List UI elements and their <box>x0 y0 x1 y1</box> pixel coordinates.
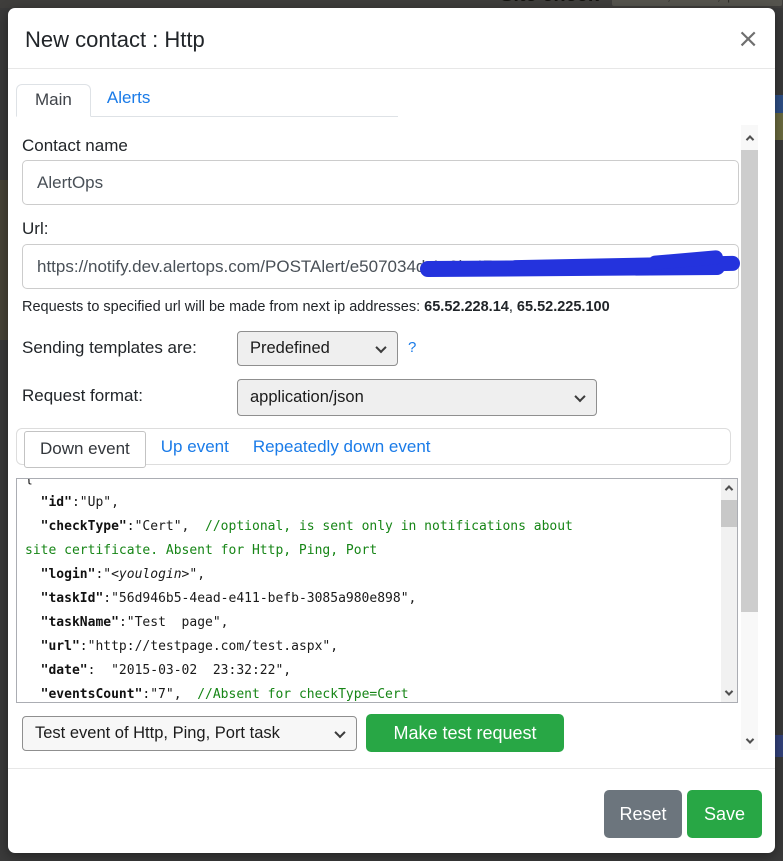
footer-divider <box>8 768 775 769</box>
code-line: site certificate. Absent for Http, Ping,… <box>25 539 737 563</box>
event-template-code-area[interactable]: { "id":"Up", "checkType":"Cert", //optio… <box>16 478 738 703</box>
code-line: "id":"Up", <box>25 491 737 515</box>
code-line: { <box>25 478 737 491</box>
event-tab-bar: Down event Up event Repeatedly down even… <box>16 428 731 465</box>
tab-alerts[interactable]: Alerts <box>91 83 166 116</box>
backdrop-page-header: Site check Enter url, domain, ip <box>0 0 783 8</box>
tab-up-event[interactable]: Up event <box>161 437 229 457</box>
test-event-select[interactable]: Test event of Http, Ping, Port task <box>22 716 357 751</box>
code-line: "taskId":"56d946b5-4ead-e411-befb-3085a9… <box>25 587 737 611</box>
request-format-value: application/json <box>250 388 364 407</box>
request-format-label: Request format: <box>22 386 143 406</box>
scroll-up-icon[interactable] <box>741 125 758 150</box>
backdrop-fragment <box>775 95 783 113</box>
dialog-title: New contact : Http <box>25 27 205 53</box>
header-divider <box>8 68 775 69</box>
code-line: "date": "2015-03-02 23:32:22", <box>25 659 737 683</box>
ip-note-text: Requests to specified url will be made f… <box>22 299 424 315</box>
backdrop-fragment <box>775 113 783 140</box>
save-button[interactable]: Save <box>687 790 762 838</box>
test-event-value: Test event of Http, Ping, Port task <box>35 724 280 743</box>
chevron-down-icon <box>725 687 733 695</box>
url-label: Url: <box>22 219 48 239</box>
code-content: { "id":"Up", "checkType":"Cert", //optio… <box>17 478 737 703</box>
code-scrollbar-thumb[interactable] <box>721 500 737 527</box>
backdrop-search-placeholder: Enter url, domain, ip <box>612 0 782 5</box>
ip-address-1: 65.52.228.14 <box>424 299 509 315</box>
scroll-down-icon[interactable] <box>721 684 737 702</box>
reset-button[interactable]: Reset <box>604 790 682 838</box>
ip-addresses-note: Requests to specified url will be made f… <box>22 299 610 315</box>
code-line: "taskName":"Test page", <box>25 611 737 635</box>
code-line: "login":"<youlogin>", <box>25 563 737 587</box>
contact-name-value: AlertOps <box>37 173 103 193</box>
chevron-down-icon <box>745 735 753 743</box>
chevron-up-icon <box>745 135 753 143</box>
backdrop-fragment <box>775 735 783 757</box>
backdrop-site-title: Site check <box>500 0 599 7</box>
chevron-down-icon <box>334 726 345 737</box>
ip-address-2: 65.52.225.100 <box>517 299 610 315</box>
dialog-scrollbar[interactable] <box>741 125 758 750</box>
templates-help-link[interactable]: ? <box>408 339 416 356</box>
contact-name-input[interactable]: AlertOps <box>22 160 739 205</box>
main-tab-bar: Main Alerts <box>16 85 398 117</box>
contact-name-label: Contact name <box>22 136 128 156</box>
dialog-scrollbar-thumb[interactable] <box>741 150 758 612</box>
chevron-down-icon <box>375 341 386 352</box>
code-line: "checkType":"Cert", //optional, is sent … <box>25 515 737 539</box>
sending-templates-label: Sending templates are: <box>22 338 197 358</box>
code-scrollbar[interactable] <box>721 479 737 702</box>
code-line: "eventsCount":"7", //Absent for checkTyp… <box>25 683 737 703</box>
sending-templates-select[interactable]: Predefined <box>237 331 398 366</box>
tab-down-event[interactable]: Down event <box>24 431 146 468</box>
tab-main[interactable]: Main <box>16 84 91 117</box>
close-icon[interactable]: × <box>737 26 759 52</box>
backdrop-search-input: Enter url, domain, ip <box>612 0 782 6</box>
scroll-down-icon[interactable] <box>741 732 758 750</box>
scroll-up-icon[interactable] <box>721 479 737 497</box>
sending-templates-value: Predefined <box>250 339 330 358</box>
request-format-select[interactable]: application/json <box>237 379 597 416</box>
new-contact-dialog: New contact : Http × Main Alerts Contact… <box>8 8 775 853</box>
code-line: "url":"http://testpage.com/test.aspx", <box>25 635 737 659</box>
chevron-down-icon <box>574 390 585 401</box>
chevron-up-icon <box>725 485 733 493</box>
make-test-request-button[interactable]: Make test request <box>366 714 564 752</box>
tab-repeatedly-down-event[interactable]: Repeatedly down event <box>253 437 431 457</box>
backdrop-fragment <box>0 180 8 340</box>
